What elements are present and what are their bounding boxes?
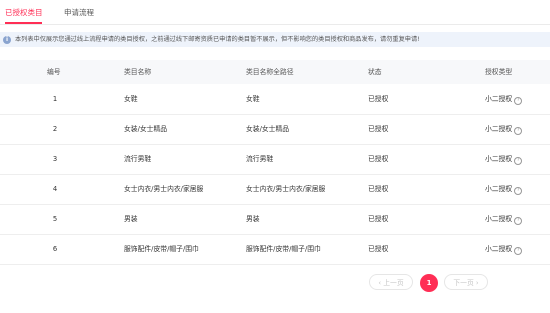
header-category-path: 类目名称全路径 (246, 68, 294, 76)
row-category-name: 男装 (124, 215, 138, 223)
question-icon[interactable]: ? (514, 217, 523, 225)
notice-text: 本列表中仅展示您通过线上流程申请的类目授权，之前通过线下邮寄资质已申请的类目暂不… (15, 35, 420, 43)
prev-page-button[interactable]: ‹ 上一页 (369, 274, 413, 290)
row-status: 已授权 (368, 155, 389, 163)
table-row: 1 女鞋 女鞋 已授权 小二授权? (0, 84, 550, 115)
table-header: 编号 类目名称 类目名称全路径 状态 授权类型 (0, 60, 550, 84)
tab-bar: 已授权类目 申请流程 (0, 0, 550, 25)
row-status: 已授权 (368, 125, 389, 133)
question-icon[interactable]: ? (514, 157, 523, 165)
table-row: 6 服饰配件/皮带/帽子/围巾 服饰配件/皮带/帽子/围巾 已授权 小二授权? (0, 234, 550, 265)
table-row: 5 男装 男装 已授权 小二授权? (0, 204, 550, 235)
row-category-path: 女装/女士精品 (246, 125, 290, 133)
row-category-name: 女装/女士精品 (124, 125, 168, 133)
row-id: 4 (52, 185, 58, 193)
header-status: 状态 (368, 68, 382, 76)
row-id: 5 (52, 215, 58, 223)
auth-type-label: 小二授权 (485, 215, 513, 223)
row-category-path: 女士内衣/男士内衣/家居服 (246, 185, 326, 193)
row-auth-type: 小二授权? (485, 185, 523, 195)
page-1-button[interactable]: 1 (420, 274, 438, 292)
row-category-name: 女鞋 (124, 95, 138, 103)
row-category-name: 流行男鞋 (124, 155, 152, 163)
row-category-name: 服饰配件/皮带/帽子/围巾 (124, 245, 199, 253)
row-category-path: 流行男鞋 (246, 155, 274, 163)
active-tab-indicator (5, 22, 42, 24)
row-category-path: 女鞋 (246, 95, 260, 103)
row-id: 6 (52, 245, 58, 253)
row-status: 已授权 (368, 215, 389, 223)
row-status: 已授权 (368, 185, 389, 193)
auth-type-label: 小二授权 (485, 245, 513, 253)
notice-bar: i 本列表中仅展示您通过线上流程申请的类目授权，之前通过线下邮寄资质已申请的类目… (0, 32, 550, 47)
row-category-name: 女士内衣/男士内衣/家居服 (124, 185, 204, 193)
auth-type-label: 小二授权 (485, 155, 513, 163)
header-id: 编号 (47, 68, 61, 76)
row-status: 已授权 (368, 95, 389, 103)
next-page-button[interactable]: 下一页 › (444, 274, 488, 290)
question-icon[interactable]: ? (514, 127, 523, 135)
auth-type-label: 小二授权 (485, 125, 513, 133)
question-icon[interactable]: ? (514, 187, 523, 195)
header-auth-type: 授权类型 (485, 68, 513, 76)
row-category-path: 服饰配件/皮带/帽子/围巾 (246, 245, 321, 253)
table-row: 3 流行男鞋 流行男鞋 已授权 小二授权? (0, 144, 550, 175)
auth-type-label: 小二授权 (485, 95, 513, 103)
question-icon[interactable]: ? (514, 97, 523, 105)
table-row: 2 女装/女士精品 女装/女士精品 已授权 小二授权? (0, 114, 550, 145)
header-category-name: 类目名称 (124, 68, 152, 76)
row-category-path: 男装 (246, 215, 260, 223)
info-icon: i (3, 35, 11, 44)
row-auth-type: 小二授权? (485, 95, 523, 105)
row-auth-type: 小二授权? (485, 125, 523, 135)
row-id: 3 (52, 155, 58, 163)
row-auth-type: 小二授权? (485, 215, 523, 225)
row-id: 2 (52, 125, 58, 133)
auth-type-label: 小二授权 (485, 185, 513, 193)
row-status: 已授权 (368, 245, 389, 253)
row-auth-type: 小二授权? (485, 245, 523, 255)
tab-authorized-categories[interactable]: 已授权类目 (5, 8, 43, 17)
row-id: 1 (52, 95, 58, 103)
table-row: 4 女士内衣/男士内衣/家居服 女士内衣/男士内衣/家居服 已授权 小二授权? (0, 174, 550, 205)
row-auth-type: 小二授权? (485, 155, 523, 165)
tab-application-process[interactable]: 申请流程 (64, 8, 94, 17)
question-icon[interactable]: ? (514, 247, 523, 255)
